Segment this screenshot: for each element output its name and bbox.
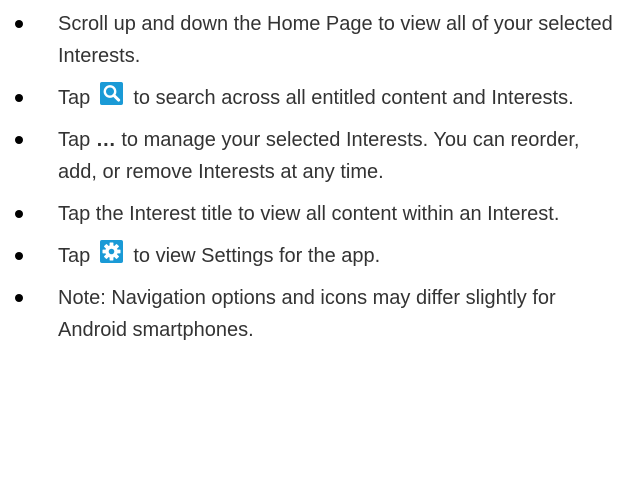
content: Scroll up and down the Home Page to view… xyxy=(0,8,622,356)
list-item: Tap the Interest title to view all conte… xyxy=(0,198,622,230)
instruction-text: Note: Navigation options and icons may d… xyxy=(58,287,556,341)
bullet-dot xyxy=(15,136,23,144)
instruction-list: Scroll up and down the Home Page to view… xyxy=(0,8,622,346)
bullet-dot xyxy=(15,94,23,102)
bullet-dot xyxy=(15,210,23,218)
instruction-text-after: to view Settings for the app. xyxy=(133,245,381,267)
list-item: Tap to view Settings for the app. xyxy=(0,240,622,272)
list-item: Scroll up and down the Home Page to view… xyxy=(0,8,622,72)
instruction-text-after: to manage your selected Interests. You c… xyxy=(58,129,580,183)
list-item: Tap to search across all entitled conten… xyxy=(0,82,622,114)
instruction-text-after: to search across all entitled content an… xyxy=(133,87,574,109)
more-ellipsis: … xyxy=(95,129,116,151)
search-icon xyxy=(99,82,123,105)
gear-icon xyxy=(99,240,123,263)
list-item: Tap … to manage your selected Interests.… xyxy=(0,124,622,188)
list-item: Note: Navigation options and icons may d… xyxy=(0,282,622,346)
bullet-dot xyxy=(15,294,23,302)
instruction-text-before: Tap xyxy=(58,245,91,267)
instruction-text: Scroll up and down the Home Page to view… xyxy=(58,13,613,67)
instruction-text: Tap the Interest title to view all conte… xyxy=(58,203,560,225)
instruction-text-before: Tap xyxy=(58,87,91,109)
instruction-text-before: Tap xyxy=(58,129,96,151)
bullet-dot xyxy=(15,252,23,260)
bullet-dot xyxy=(15,20,23,28)
